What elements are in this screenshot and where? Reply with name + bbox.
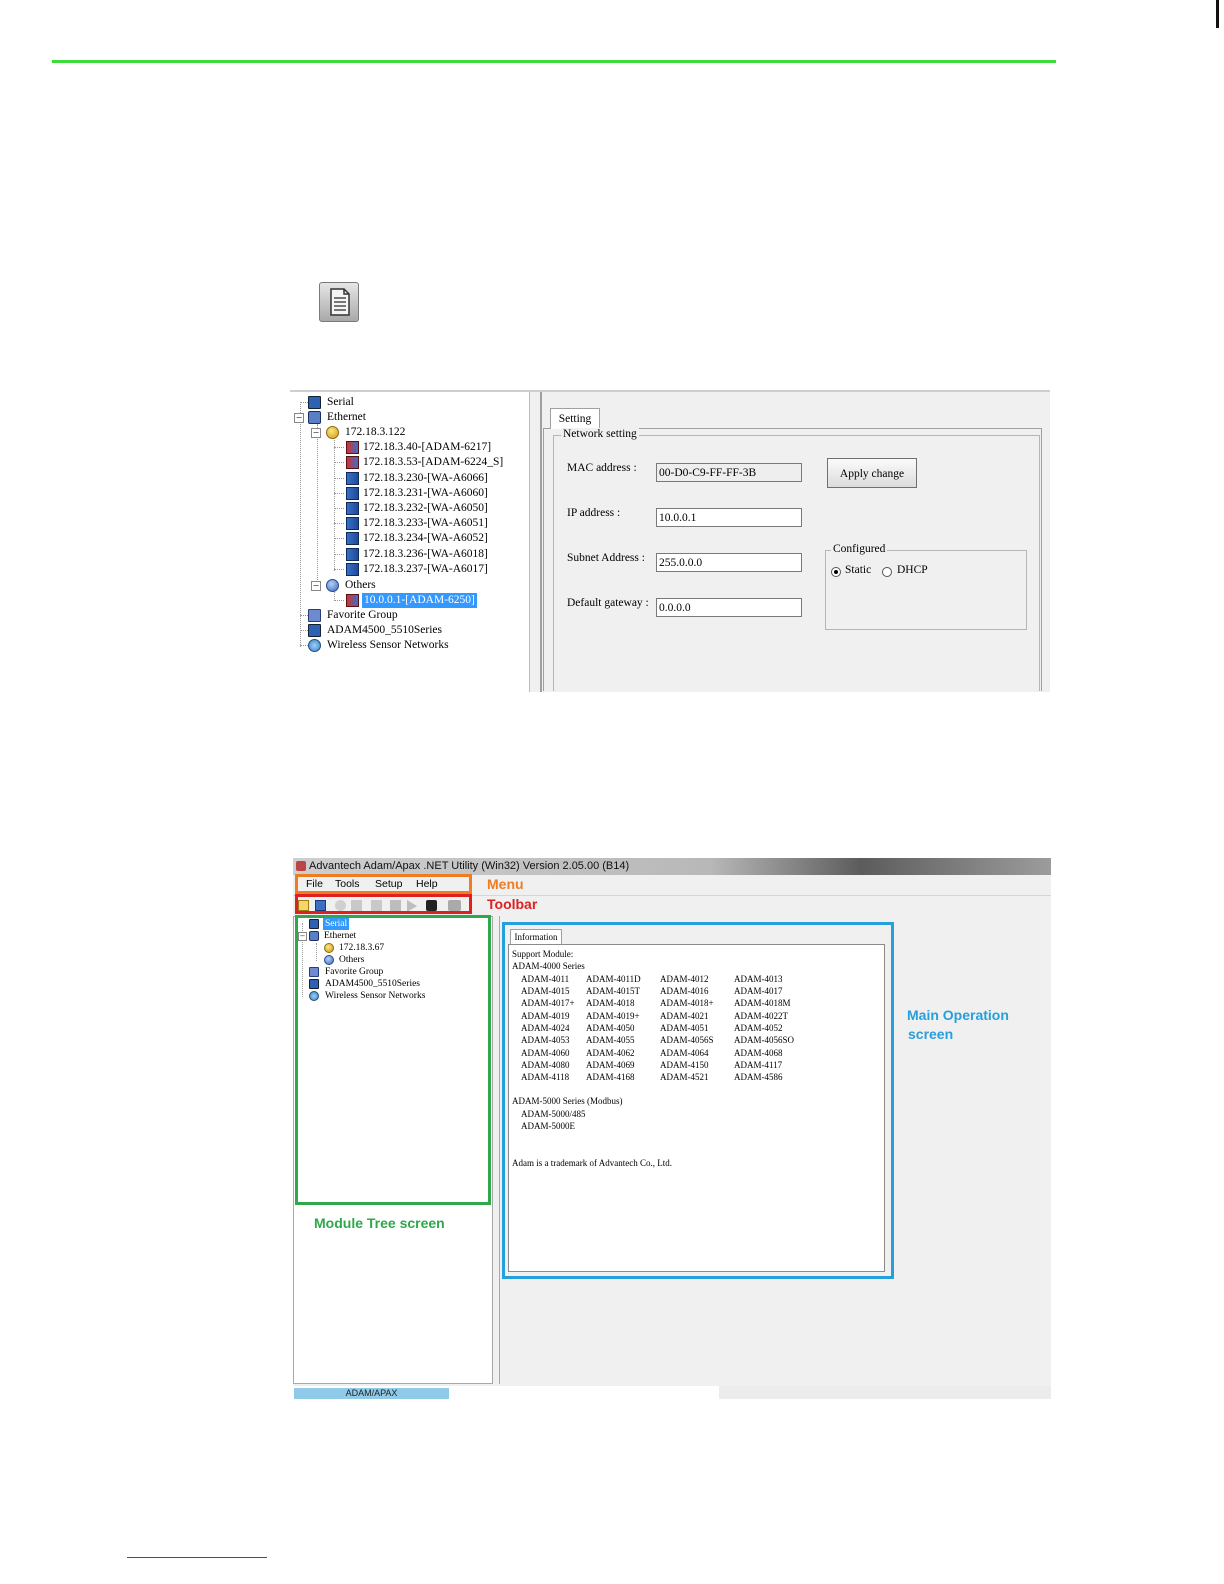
footer-rule	[127, 1557, 267, 1558]
wa-module-icon	[346, 548, 359, 561]
subnet-label: Subnet Address :	[567, 552, 645, 564]
panel-divider	[540, 392, 542, 692]
dhcp-radio[interactable]	[882, 567, 892, 577]
tree-item-label: 172.18.3.236-[WA-A6018]	[363, 548, 488, 560]
tree-item-label: 172.18.3.234-[WA-A6052]	[363, 532, 488, 544]
wireless-icon	[308, 639, 321, 652]
adam-module-icon	[346, 594, 359, 607]
wa-module-icon	[346, 532, 359, 545]
status-bar-right	[719, 1386, 1051, 1399]
gateway-label: Default gateway :	[567, 597, 649, 609]
tree-item-label: 172.18.3.230-[WA-A6066]	[363, 472, 488, 484]
toolbar-callout-frame	[295, 894, 472, 914]
tree-line	[334, 508, 344, 509]
tree-line	[334, 438, 335, 571]
tab-setting[interactable]: Setting	[550, 408, 600, 429]
tree-item-label: 172.18.3.232-[WA-A6050]	[363, 502, 488, 514]
module-tree: Serial − Ethernet − 172.18.3.122 172.18.…	[290, 392, 530, 692]
tree-line	[300, 615, 308, 616]
tree-item-label: 172.18.3.53-[ADAM-6224_S]	[363, 456, 504, 468]
configured-title: Configured	[831, 543, 888, 555]
others-icon	[326, 579, 339, 592]
wa-module-icon	[346, 472, 359, 485]
splitter[interactable]	[493, 916, 500, 1384]
tree-item-label: 172.18.3.233-[WA-A6051]	[363, 517, 488, 529]
subnet-globe-icon	[326, 426, 339, 439]
tree-line	[334, 478, 344, 479]
serial-pc-icon	[308, 396, 321, 409]
tree-line	[300, 402, 308, 403]
mac-address-field[interactable]	[656, 463, 802, 482]
window-titlebar: Advantech Adam/Apax .NET Utility (Win32)…	[293, 858, 1051, 875]
tree-line	[334, 600, 344, 601]
network-setting-screenshot: Serial − Ethernet − 172.18.3.122 172.18.…	[290, 390, 1050, 692]
ip-label: IP address :	[567, 507, 621, 519]
tree-item-label: Others	[345, 579, 376, 591]
tree-line	[334, 523, 344, 524]
tree-item-label: 172.18.3.122	[345, 426, 406, 438]
module-tree-callout-frame	[295, 915, 491, 1205]
collapse-icon[interactable]: −	[294, 413, 304, 423]
tree-item-label: 172.18.3.237-[WA-A6017]	[363, 563, 488, 575]
tree-item-label: Favorite Group	[327, 609, 398, 621]
tree-item-label: ADAM4500_5510Series	[327, 624, 442, 636]
wa-module-icon	[346, 517, 359, 530]
apply-change-button[interactable]: Apply change	[827, 458, 917, 488]
group-title: Network setting	[561, 428, 639, 440]
collapse-icon[interactable]: −	[311, 581, 321, 591]
configured-group	[825, 550, 1027, 630]
adam4500-icon	[308, 624, 321, 637]
tree-item-label: 10.0.0.1-[ADAM-6250]	[362, 593, 477, 608]
collapse-icon[interactable]: −	[311, 428, 321, 438]
module-tree-callout-label: Module Tree screen	[314, 1215, 445, 1231]
subnet-address-field[interactable]	[656, 553, 802, 572]
adam-module-icon	[346, 456, 359, 469]
page-edge-mark	[1216, 0, 1219, 28]
tree-line	[300, 630, 308, 631]
tree-item-label: Wireless Sensor Networks	[327, 639, 449, 651]
tree-item-label: Ethernet	[327, 411, 366, 423]
header-rule	[52, 60, 1056, 63]
menu-callout-label: Menu	[487, 876, 524, 892]
tree-line	[334, 462, 344, 463]
main-operation-callout-label: Main Operation	[907, 1007, 1009, 1023]
tree-line	[334, 493, 344, 494]
dhcp-label: DHCP	[897, 564, 928, 576]
tree-line	[334, 569, 344, 570]
wa-module-icon	[346, 487, 359, 500]
ethernet-icon	[308, 411, 321, 424]
static-radio[interactable]	[831, 567, 841, 577]
tree-item-label: 172.18.3.40-[ADAM-6217]	[363, 441, 492, 453]
main-operation-callout-frame	[502, 922, 894, 1279]
tree-line	[334, 554, 344, 555]
default-gateway-field[interactable]	[656, 598, 802, 617]
tree-line	[317, 424, 318, 586]
tree-item-label: Serial	[327, 396, 354, 408]
tree-line	[300, 402, 301, 647]
wa-module-icon	[346, 563, 359, 576]
status-tab-adam-apax[interactable]: ADAM/APAX	[294, 1388, 449, 1399]
main-operation-callout-label-2: screen	[908, 1026, 954, 1042]
adam-module-icon	[346, 441, 359, 454]
favorite-icon	[308, 609, 321, 622]
window-title: Advantech Adam/Apax .NET Utility (Win32)…	[309, 860, 630, 872]
note-document-icon	[319, 282, 359, 322]
wa-module-icon	[346, 502, 359, 515]
app-icon	[296, 861, 306, 871]
tree-line	[300, 645, 308, 646]
ip-address-field[interactable]	[656, 508, 802, 527]
tree-item-label: 172.18.3.231-[WA-A6060]	[363, 487, 488, 499]
menu-callout-frame	[295, 874, 472, 894]
mac-label: MAC address :	[567, 462, 637, 474]
static-label: Static	[845, 564, 872, 576]
tree-line	[334, 538, 344, 539]
tree-line	[334, 447, 344, 448]
toolbar-callout-label: Toolbar	[487, 896, 538, 912]
